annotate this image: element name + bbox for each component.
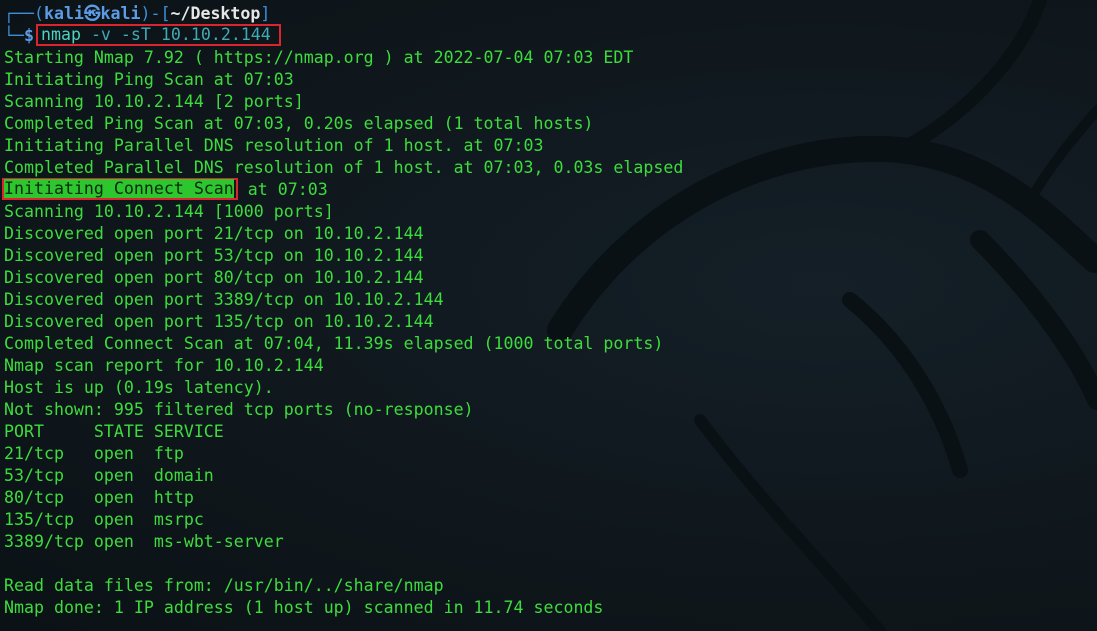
- command-target: 10.10.2.144: [160, 25, 271, 44]
- output-line: Initiating Ping Scan at 07:03: [4, 70, 294, 89]
- highlighted-text: Initiating Connect Scan: [4, 179, 234, 198]
- prompt-at-icon: ㉿: [83, 4, 101, 23]
- prompt-bracket-end: ]: [260, 4, 271, 23]
- port-table-row: 135/tcp open msrpc: [4, 510, 204, 529]
- prompt-separator: )-[: [140, 4, 171, 23]
- output-line: Discovered open port 135/tcp on 10.10.2.…: [4, 312, 434, 331]
- output-line: Nmap scan report for 10.10.2.144: [4, 356, 324, 375]
- output-line: Discovered open port 3389/tcp on 10.10.2…: [4, 290, 444, 309]
- terminal-content: ┌──(kali㉿kali)-[~/Desktop] └─$ nmap -v -s…: [2, 3, 1094, 619]
- port-table-row: 3389/tcp open ms-wbt-server: [4, 532, 284, 551]
- prompt-host: kali: [100, 4, 141, 23]
- prompt-path: ~/Desktop: [170, 4, 261, 23]
- output-line: Completed Ping Scan at 07:03, 0.20s elap…: [4, 114, 594, 133]
- prompt-user: kali: [43, 4, 84, 23]
- output-line: Discovered open port 21/tcp on 10.10.2.1…: [4, 224, 424, 243]
- output-line: Discovered open port 53/tcp on 10.10.2.1…: [4, 246, 424, 265]
- output-line: Completed Connect Scan at 07:04, 11.39s …: [4, 334, 664, 353]
- output-line: Scanning 10.10.2.144 [1000 ports]: [4, 202, 334, 221]
- output-line: Starting Nmap 7.92 ( https://nmap.org ) …: [4, 48, 634, 67]
- port-table-row: 80/tcp open http: [4, 488, 194, 507]
- output-line: Read data files from: /usr/bin/../share/…: [4, 576, 444, 595]
- prompt-dollar: $: [23, 26, 34, 45]
- output-line: Not shown: 995 filtered tcp ports (no-re…: [4, 400, 474, 419]
- command-args: -v -sT: [80, 25, 161, 44]
- output-line: Host is up (0.19s latency).: [4, 378, 274, 397]
- prompt-line-top: ┌──(kali㉿kali)-[~/Desktop]: [4, 3, 1094, 25]
- prompt-bracket: ┌──(: [4, 4, 44, 23]
- highlight-rest-text: at 07:03: [237, 180, 328, 199]
- prompt-line-bottom: └─$ nmap -v -sT 10.10.2.144: [4, 24, 1094, 47]
- highlighted-output-line: Initiating Connect Scan at 07:03: [2, 178, 1094, 201]
- output-line: Initiating Parallel DNS resolution of 1 …: [4, 136, 544, 155]
- command-annotation-box[interactable]: nmap -v -sT 10.10.2.144: [35, 24, 281, 46]
- port-table-row: 21/tcp open ftp: [4, 444, 184, 463]
- output-line: Scanning 10.10.2.144 [2 ports]: [4, 92, 304, 111]
- port-table-header: PORT STATE SERVICE: [4, 422, 224, 441]
- port-table-row: 53/tcp open domain: [4, 466, 214, 485]
- terminal-window[interactable]: ┌──(kali㉿kali)-[~/Desktop] └─$ nmap -v -s…: [0, 0, 1097, 631]
- highlight-annotation-box[interactable]: Initiating Connect Scan: [2, 178, 238, 200]
- prompt-corner: └─: [4, 26, 24, 45]
- output-line: Discovered open port 80/tcp on 10.10.2.1…: [4, 268, 424, 287]
- output-line: Completed Parallel DNS resolution of 1 h…: [4, 158, 684, 177]
- command-name: nmap: [40, 25, 81, 44]
- output-line: Nmap done: 1 IP address (1 host up) scan…: [4, 598, 604, 617]
